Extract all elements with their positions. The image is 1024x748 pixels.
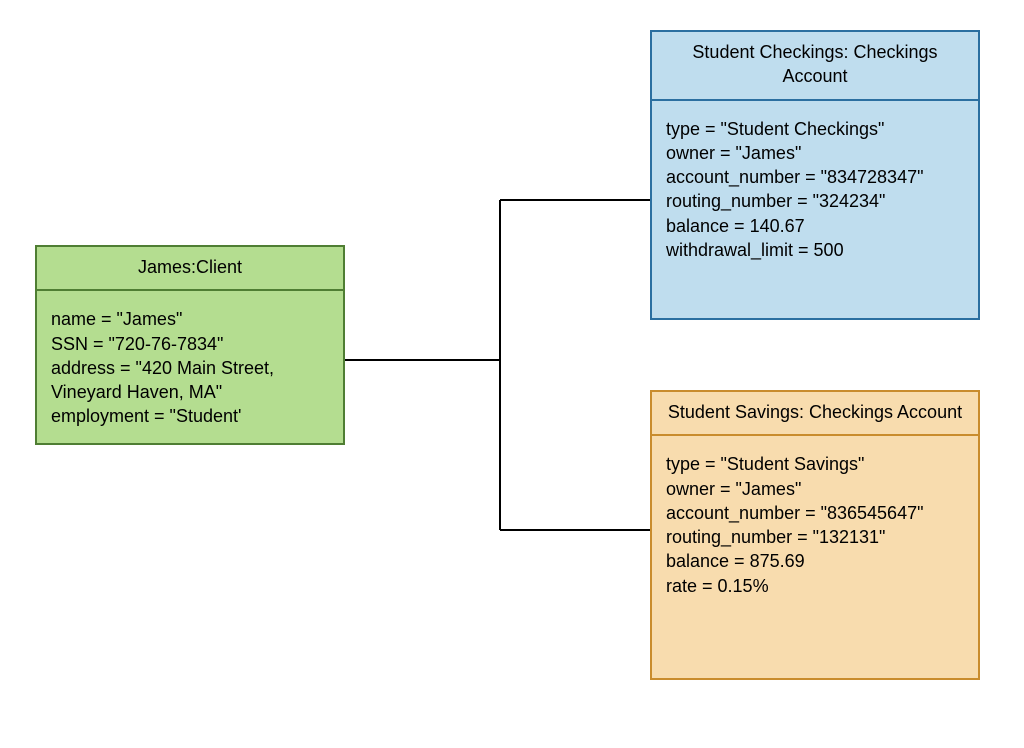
savings-attr-owner: owner = "James": [666, 477, 964, 501]
checkings-attr-withdrawal-limit: withdrawal_limit = 500: [666, 238, 964, 262]
client-title: James:Client: [37, 247, 343, 291]
client-attr-address: address = "420 Main Street, Vineyard Hav…: [51, 356, 329, 405]
savings-attr-account-number: account_number = "836545647": [666, 501, 964, 525]
savings-title: Student Savings: Checkings Account: [652, 392, 978, 436]
savings-attr-rate: rate = 0.15%: [666, 574, 964, 598]
checkings-attr-type: type = "Student Checkings": [666, 117, 964, 141]
checkings-attr-balance: balance = 140.67: [666, 214, 964, 238]
checkings-attr-account-number: account_number = "834728347": [666, 165, 964, 189]
savings-attr-routing-number: routing_number = "132131": [666, 525, 964, 549]
client-attributes: name = "James" SSN = "720-76-7834" addre…: [37, 291, 343, 442]
checkings-attr-owner: owner = "James": [666, 141, 964, 165]
client-attr-ssn: SSN = "720-76-7834": [51, 332, 329, 356]
checkings-attributes: type = "Student Checkings" owner = "Jame…: [652, 101, 978, 277]
savings-account-box: Student Savings: Checkings Account type …: [650, 390, 980, 680]
checkings-attr-routing-number: routing_number = "324234": [666, 189, 964, 213]
savings-attr-type: type = "Student Savings": [666, 452, 964, 476]
savings-attributes: type = "Student Savings" owner = "James"…: [652, 436, 978, 612]
client-attr-employment: employment = "Student': [51, 404, 329, 428]
client-attr-name: name = "James": [51, 307, 329, 331]
checkings-account-box: Student Checkings: Checkings Account typ…: [650, 30, 980, 320]
savings-attr-balance: balance = 875.69: [666, 549, 964, 573]
checkings-title: Student Checkings: Checkings Account: [652, 32, 978, 101]
client-object-box: James:Client name = "James" SSN = "720-7…: [35, 245, 345, 445]
